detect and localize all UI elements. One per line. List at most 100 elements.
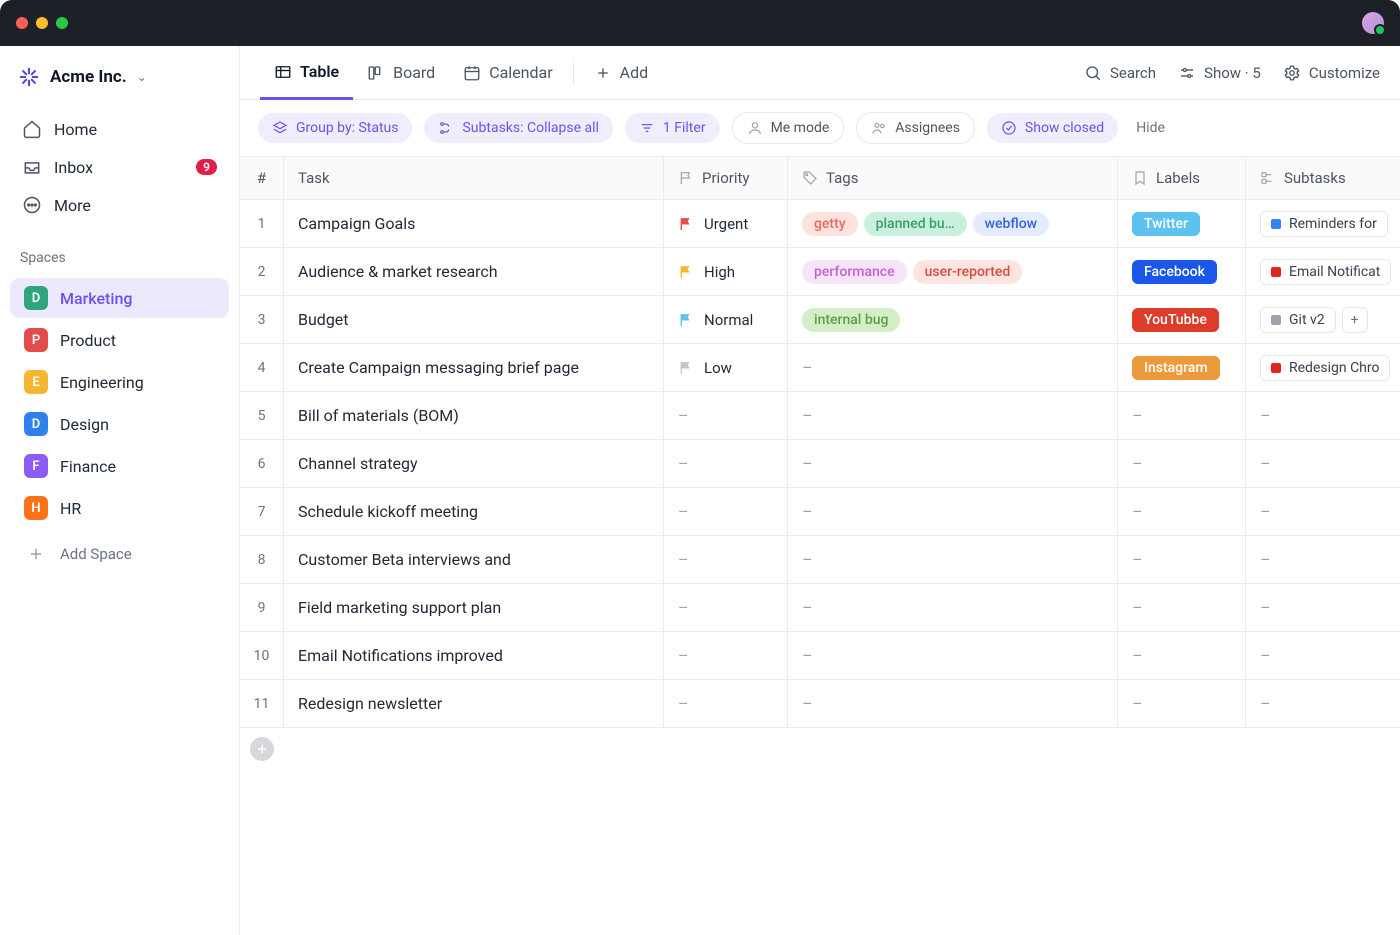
column-header-priority[interactable]: Priority (664, 157, 788, 199)
tags-cell[interactable]: getty planned bu… webflow (788, 200, 1118, 247)
priority-cell[interactable]: Low (664, 344, 788, 391)
subtask-chip[interactable]: Email Notificat (1260, 259, 1391, 285)
labels-cell[interactable]: – (1118, 584, 1246, 631)
subtask-chip[interactable]: Git v2 (1260, 307, 1336, 333)
labels-cell[interactable]: – (1118, 536, 1246, 583)
table-row[interactable]: 8 Customer Beta interviews and – – – – (240, 536, 1400, 584)
priority-cell[interactable]: High (664, 248, 788, 295)
user-avatar[interactable] (1362, 12, 1384, 34)
workspace-switcher[interactable]: Acme Inc. ⌄ (0, 56, 239, 104)
tags-cell[interactable]: – (788, 344, 1118, 391)
tags-cell[interactable]: performance user-reported (788, 248, 1118, 295)
subtasks-cell[interactable]: Git v2 + (1246, 296, 1400, 343)
subtasks-cell[interactable]: Reminders for (1246, 200, 1400, 247)
nav-more[interactable]: More (10, 186, 229, 224)
priority-cell[interactable]: – (664, 680, 788, 727)
priority-cell[interactable]: – (664, 392, 788, 439)
column-header-tags[interactable]: Tags (788, 157, 1118, 199)
tags-cell[interactable]: – (788, 440, 1118, 487)
add-subtask-button[interactable]: + (1342, 307, 1368, 333)
priority-cell[interactable]: Normal (664, 296, 788, 343)
label-chip[interactable]: Facebook (1132, 260, 1217, 284)
tags-cell[interactable]: – (788, 632, 1118, 679)
subtasks-cell[interactable]: Email Notificat (1246, 248, 1400, 295)
show-closed-pill[interactable]: Show closed (987, 113, 1118, 143)
group-by-pill[interactable]: Group by: Status (258, 113, 412, 143)
subtasks-cell[interactable]: – (1246, 632, 1400, 679)
column-header-labels[interactable]: Labels (1118, 157, 1246, 199)
nav-inbox[interactable]: Inbox 9 (10, 148, 229, 186)
labels-cell[interactable]: – (1118, 680, 1246, 727)
assignees-pill[interactable]: Assignees (856, 112, 975, 144)
tags-cell[interactable]: internal bug (788, 296, 1118, 343)
hide-filters-link[interactable]: Hide (1136, 120, 1165, 136)
table-row[interactable]: 10 Email Notifications improved – – – – (240, 632, 1400, 680)
table-row[interactable]: 7 Schedule kickoff meeting – – – – (240, 488, 1400, 536)
subtasks-cell[interactable]: – (1246, 584, 1400, 631)
labels-cell[interactable]: YouTubbe (1118, 296, 1246, 343)
label-chip[interactable]: Instagram (1132, 356, 1220, 380)
subtask-chip[interactable]: Redesign Chro (1260, 355, 1390, 381)
close-window-button[interactable] (16, 17, 28, 29)
subtasks-cell[interactable]: – (1246, 488, 1400, 535)
priority-cell[interactable]: – (664, 488, 788, 535)
tags-cell[interactable]: – (788, 392, 1118, 439)
table-row[interactable]: 11 Redesign newsletter – – – – (240, 680, 1400, 728)
labels-cell[interactable]: Facebook (1118, 248, 1246, 295)
nav-home[interactable]: Home (10, 110, 229, 148)
column-header-task[interactable]: Task (284, 157, 664, 199)
show-columns-button[interactable]: Show · 5 (1178, 64, 1261, 82)
label-chip[interactable]: Twitter (1132, 212, 1200, 236)
subtasks-cell[interactable]: – (1246, 536, 1400, 583)
table-row[interactable]: 2 Audience & market research High perfor… (240, 248, 1400, 296)
tab-board[interactable]: Board (353, 46, 449, 99)
tag-chip[interactable]: webflow (973, 212, 1049, 236)
customize-button[interactable]: Customize (1283, 64, 1380, 82)
table-row[interactable]: 1 Campaign Goals Urgent getty planned bu… (240, 200, 1400, 248)
subtasks-cell[interactable]: Redesign Chro (1246, 344, 1400, 391)
tags-cell[interactable]: – (788, 584, 1118, 631)
space-item-product[interactable]: P Product (10, 320, 229, 360)
search-button[interactable]: Search (1084, 64, 1156, 82)
space-item-finance[interactable]: F Finance (10, 446, 229, 486)
tags-cell[interactable]: – (788, 488, 1118, 535)
add-space-button[interactable]: Add Space (10, 532, 229, 576)
space-item-design[interactable]: D Design (10, 404, 229, 444)
subtasks-cell[interactable]: – (1246, 440, 1400, 487)
tag-chip[interactable]: getty (802, 212, 858, 236)
tag-chip[interactable]: planned bu… (864, 212, 967, 236)
space-item-marketing[interactable]: D Marketing (10, 278, 229, 318)
tab-table[interactable]: Table (260, 47, 353, 100)
maximize-window-button[interactable] (56, 17, 68, 29)
labels-cell[interactable]: Instagram (1118, 344, 1246, 391)
label-chip[interactable]: YouTubbe (1132, 308, 1219, 332)
table-row[interactable]: 4 Create Campaign messaging brief page L… (240, 344, 1400, 392)
table-row[interactable]: 6 Channel strategy – – – – (240, 440, 1400, 488)
minimize-window-button[interactable] (36, 17, 48, 29)
column-header-number[interactable]: # (240, 157, 284, 199)
priority-cell[interactable]: – (664, 536, 788, 583)
priority-cell[interactable]: – (664, 440, 788, 487)
tab-calendar[interactable]: Calendar (449, 46, 566, 99)
labels-cell[interactable]: Twitter (1118, 200, 1246, 247)
labels-cell[interactable]: – (1118, 488, 1246, 535)
space-item-hr[interactable]: H HR (10, 488, 229, 528)
subtasks-cell[interactable]: – (1246, 392, 1400, 439)
labels-cell[interactable]: – (1118, 392, 1246, 439)
filter-pill[interactable]: 1 Filter (625, 113, 720, 143)
priority-cell[interactable]: – (664, 632, 788, 679)
space-item-engineering[interactable]: E Engineering (10, 362, 229, 402)
subtasks-pill[interactable]: Subtasks: Collapse all (424, 113, 612, 143)
priority-cell[interactable]: Urgent (664, 200, 788, 247)
me-mode-pill[interactable]: Me mode (732, 112, 845, 144)
priority-cell[interactable]: – (664, 584, 788, 631)
table-row[interactable]: 3 Budget Normal internal bug YouTubbe Gi… (240, 296, 1400, 344)
subtask-chip[interactable]: Reminders for (1260, 211, 1388, 237)
labels-cell[interactable]: – (1118, 632, 1246, 679)
table-row[interactable]: 5 Bill of materials (BOM) – – – – (240, 392, 1400, 440)
tag-chip[interactable]: performance (802, 260, 907, 284)
subtasks-cell[interactable]: – (1246, 680, 1400, 727)
table-row[interactable]: 9 Field marketing support plan – – – – (240, 584, 1400, 632)
tag-chip[interactable]: user-reported (913, 260, 1023, 284)
column-header-subtasks[interactable]: Subtasks (1246, 157, 1400, 199)
